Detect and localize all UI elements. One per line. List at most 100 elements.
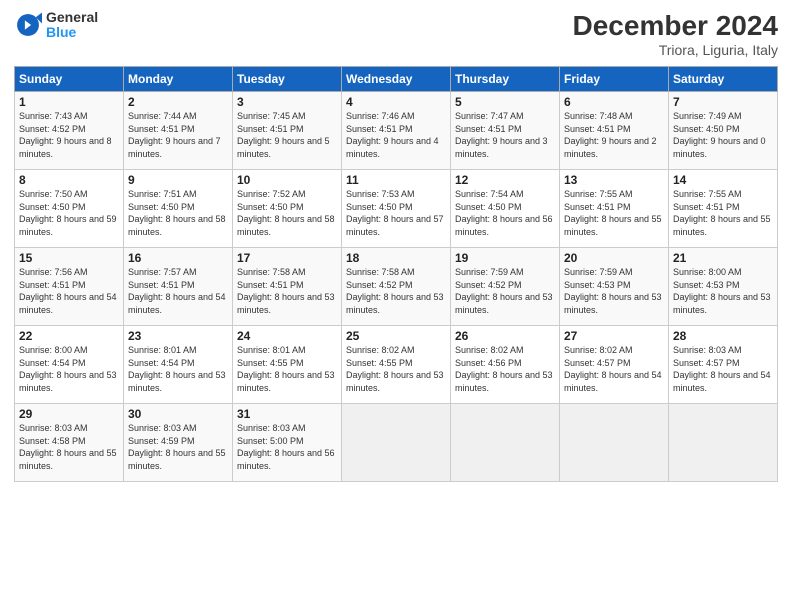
col-monday: Monday (124, 67, 233, 92)
day-number: 11 (346, 173, 446, 187)
table-cell: 30 Sunrise: 8:03 AMSunset: 4:59 PMDayligh… (124, 404, 233, 482)
table-cell: 10Sunrise: 7:52 AMSunset: 4:50 PMDayligh… (233, 170, 342, 248)
table-cell: 26 Sunrise: 8:02 AMSunset: 4:56 PMDayligh… (451, 326, 560, 404)
day-detail: Sunrise: 7:43 AMSunset: 4:52 PMDaylight:… (19, 111, 112, 159)
day-number: 15 (19, 251, 119, 265)
table-cell: 16Sunrise: 7:57 AMSunset: 4:51 PMDayligh… (124, 248, 233, 326)
table-cell (451, 404, 560, 482)
table-cell: 19 Sunrise: 7:59 AMSunset: 4:52 PMDayligh… (451, 248, 560, 326)
day-number: 30 (128, 407, 228, 421)
table-cell: 1 Sunrise: 7:43 AMSunset: 4:52 PMDaylight… (15, 92, 124, 170)
day-number: 7 (673, 95, 773, 109)
table-cell: 3 Sunrise: 7:45 AMSunset: 4:51 PMDaylight… (233, 92, 342, 170)
logo-icon (14, 11, 42, 39)
day-number: 12 (455, 173, 555, 187)
day-detail: Sunrise: 7:56 AMSunset: 4:51 PMDaylight:… (19, 267, 117, 315)
title-block: December 2024 Triora, Liguria, Italy (573, 10, 778, 58)
day-number: 8 (19, 173, 119, 187)
day-detail: Sunrise: 7:59 AMSunset: 4:52 PMDaylight:… (455, 267, 553, 315)
col-thursday: Thursday (451, 67, 560, 92)
day-number: 27 (564, 329, 664, 343)
day-number: 19 (455, 251, 555, 265)
day-detail: Sunrise: 7:44 AMSunset: 4:51 PMDaylight:… (128, 111, 221, 159)
day-detail: Sunrise: 8:03 AMSunset: 4:58 PMDaylight:… (19, 423, 117, 471)
table-cell: 29 Sunrise: 8:03 AMSunset: 4:58 PMDayligh… (15, 404, 124, 482)
logo-text: General Blue (46, 10, 98, 41)
day-number: 24 (237, 329, 337, 343)
day-number: 1 (19, 95, 119, 109)
page-header: General Blue December 2024 Triora, Ligur… (14, 10, 778, 58)
day-number: 26 (455, 329, 555, 343)
col-wednesday: Wednesday (342, 67, 451, 92)
day-detail: Sunrise: 7:46 AMSunset: 4:51 PMDaylight:… (346, 111, 439, 159)
header-row: Sunday Monday Tuesday Wednesday Thursday… (15, 67, 778, 92)
day-detail: Sunrise: 8:01 AMSunset: 4:54 PMDaylight:… (128, 345, 226, 393)
day-number: 25 (346, 329, 446, 343)
day-detail: Sunrise: 7:45 AMSunset: 4:51 PMDaylight:… (237, 111, 330, 159)
day-detail: Sunrise: 7:58 AMSunset: 4:52 PMDaylight:… (346, 267, 444, 315)
day-number: 22 (19, 329, 119, 343)
table-cell: 8 Sunrise: 7:50 AMSunset: 4:50 PMDaylight… (15, 170, 124, 248)
day-number: 18 (346, 251, 446, 265)
day-detail: Sunrise: 8:02 AMSunset: 4:57 PMDaylight:… (564, 345, 662, 393)
col-sunday: Sunday (15, 67, 124, 92)
table-cell: 7 Sunrise: 7:49 AMSunset: 4:50 PMDaylight… (669, 92, 778, 170)
day-number: 5 (455, 95, 555, 109)
table-cell: 11Sunrise: 7:53 AMSunset: 4:50 PMDayligh… (342, 170, 451, 248)
calendar-row: 29 Sunrise: 8:03 AMSunset: 4:58 PMDayligh… (15, 404, 778, 482)
calendar-row: 22 Sunrise: 8:00 AMSunset: 4:54 PMDayligh… (15, 326, 778, 404)
day-detail: Sunrise: 8:02 AMSunset: 4:55 PMDaylight:… (346, 345, 444, 393)
table-cell: 21Sunrise: 8:00 AMSunset: 4:53 PMDayligh… (669, 248, 778, 326)
day-number: 28 (673, 329, 773, 343)
calendar-row: 1 Sunrise: 7:43 AMSunset: 4:52 PMDaylight… (15, 92, 778, 170)
location: Triora, Liguria, Italy (573, 42, 778, 58)
day-detail: Sunrise: 7:49 AMSunset: 4:50 PMDaylight:… (673, 111, 766, 159)
day-detail: Sunrise: 7:58 AMSunset: 4:51 PMDaylight:… (237, 267, 335, 315)
day-number: 31 (237, 407, 337, 421)
day-number: 20 (564, 251, 664, 265)
table-cell: 2Sunrise: 7:44 AMSunset: 4:51 PMDaylight… (124, 92, 233, 170)
day-number: 23 (128, 329, 228, 343)
table-cell: 9 Sunrise: 7:51 AMSunset: 4:50 PMDaylight… (124, 170, 233, 248)
day-detail: Sunrise: 7:54 AMSunset: 4:50 PMDaylight:… (455, 189, 553, 237)
table-cell: 23 Sunrise: 8:01 AMSunset: 4:54 PMDayligh… (124, 326, 233, 404)
table-cell: 28 Sunrise: 8:03 AMSunset: 4:57 PMDayligh… (669, 326, 778, 404)
day-detail: Sunrise: 7:51 AMSunset: 4:50 PMDaylight:… (128, 189, 226, 237)
day-detail: Sunrise: 7:55 AMSunset: 4:51 PMDaylight:… (564, 189, 662, 237)
table-cell: 4Sunrise: 7:46 AMSunset: 4:51 PMDaylight… (342, 92, 451, 170)
table-cell: 20Sunrise: 7:59 AMSunset: 4:53 PMDayligh… (560, 248, 669, 326)
table-cell (342, 404, 451, 482)
table-cell: 18 Sunrise: 7:58 AMSunset: 4:52 PMDayligh… (342, 248, 451, 326)
calendar-row: 8 Sunrise: 7:50 AMSunset: 4:50 PMDaylight… (15, 170, 778, 248)
day-detail: Sunrise: 7:47 AMSunset: 4:51 PMDaylight:… (455, 111, 548, 159)
table-cell: 25 Sunrise: 8:02 AMSunset: 4:55 PMDayligh… (342, 326, 451, 404)
table-cell: 14 Sunrise: 7:55 AMSunset: 4:51 PMDayligh… (669, 170, 778, 248)
day-detail: Sunrise: 8:03 AMSunset: 4:57 PMDaylight:… (673, 345, 771, 393)
col-friday: Friday (560, 67, 669, 92)
day-detail: Sunrise: 7:57 AMSunset: 4:51 PMDaylight:… (128, 267, 226, 315)
day-number: 14 (673, 173, 773, 187)
day-detail: Sunrise: 7:52 AMSunset: 4:50 PMDaylight:… (237, 189, 335, 237)
day-detail: Sunrise: 8:00 AMSunset: 4:54 PMDaylight:… (19, 345, 117, 393)
day-number: 3 (237, 95, 337, 109)
day-detail: Sunrise: 8:03 AMSunset: 4:59 PMDaylight:… (128, 423, 226, 471)
day-detail: Sunrise: 7:50 AMSunset: 4:50 PMDaylight:… (19, 189, 117, 237)
table-cell: 15 Sunrise: 7:56 AMSunset: 4:51 PMDayligh… (15, 248, 124, 326)
table-cell: 31 Sunrise: 8:03 AMSunset: 5:00 PMDayligh… (233, 404, 342, 482)
col-saturday: Saturday (669, 67, 778, 92)
page-container: General Blue December 2024 Triora, Ligur… (0, 0, 792, 492)
day-number: 29 (19, 407, 119, 421)
calendar-table: Sunday Monday Tuesday Wednesday Thursday… (14, 66, 778, 482)
day-detail: Sunrise: 8:02 AMSunset: 4:56 PMDaylight:… (455, 345, 553, 393)
day-number: 13 (564, 173, 664, 187)
table-cell (669, 404, 778, 482)
table-cell: 22 Sunrise: 8:00 AMSunset: 4:54 PMDayligh… (15, 326, 124, 404)
month-title: December 2024 (573, 10, 778, 42)
calendar-row: 15 Sunrise: 7:56 AMSunset: 4:51 PMDayligh… (15, 248, 778, 326)
day-detail: Sunrise: 8:01 AMSunset: 4:55 PMDaylight:… (237, 345, 335, 393)
table-cell: 13 Sunrise: 7:55 AMSunset: 4:51 PMDayligh… (560, 170, 669, 248)
day-number: 9 (128, 173, 228, 187)
day-detail: Sunrise: 8:03 AMSunset: 5:00 PMDaylight:… (237, 423, 335, 471)
table-cell: 6Sunrise: 7:48 AMSunset: 4:51 PMDaylight… (560, 92, 669, 170)
day-detail: Sunrise: 7:55 AMSunset: 4:51 PMDaylight:… (673, 189, 771, 237)
